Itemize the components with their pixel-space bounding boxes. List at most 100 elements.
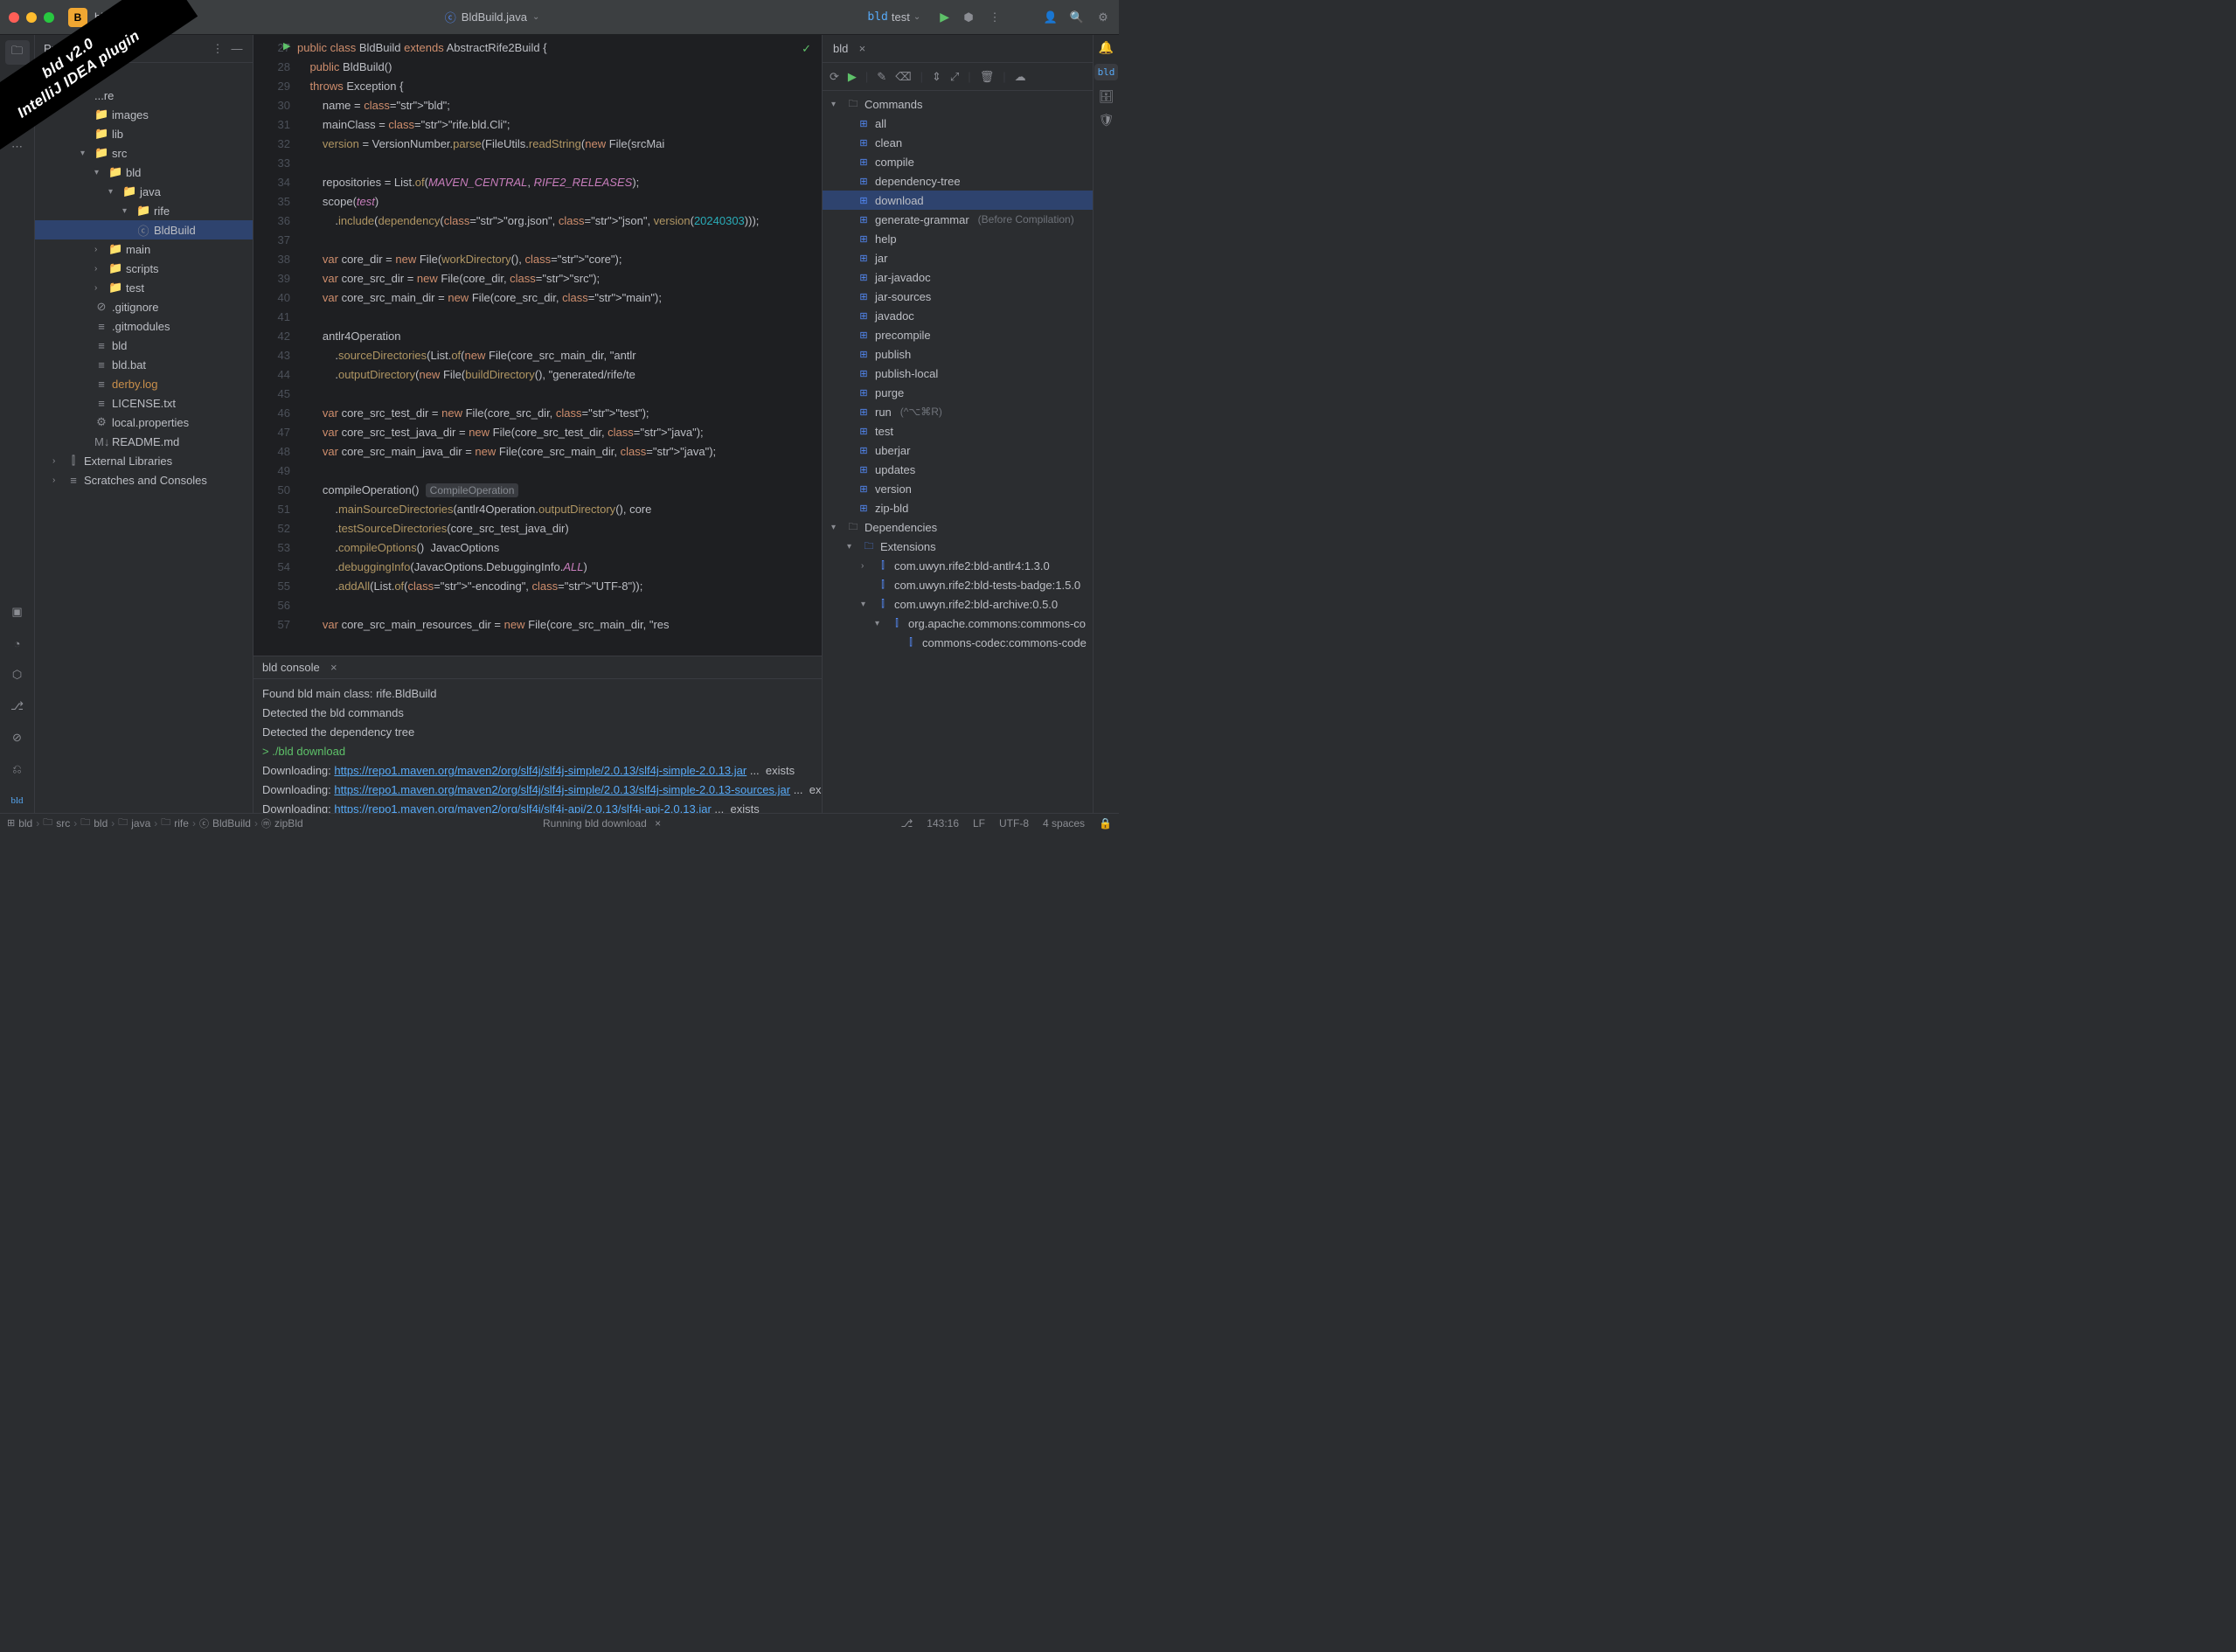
bld-command[interactable]: ⊞dependency-tree [823, 171, 1093, 191]
tree-row[interactable]: ▾📁src [35, 143, 253, 163]
bld-command[interactable]: ⊞javadoc [823, 306, 1093, 325]
build-tool-icon[interactable]: ◔ [5, 631, 30, 656]
tree-row[interactable]: ›📁test [35, 278, 253, 297]
maximize-window[interactable] [44, 12, 54, 23]
code-area[interactable]: public class BldBuild extends AbstractRi… [297, 35, 822, 656]
bld-folder[interactable]: ▾🗀Dependencies [823, 517, 1093, 537]
bld-command[interactable]: ⊞uberjar [823, 441, 1093, 460]
bld-tab[interactable]: bld [833, 42, 848, 55]
bld-tree[interactable]: ▾🗀Commands⊞all⊞clean⊞compile⊞dependency-… [823, 91, 1093, 813]
console-tab[interactable]: bld console [262, 661, 320, 674]
close-tab-icon[interactable]: × [855, 42, 869, 56]
panel-more-icon[interactable]: ⋮ [211, 42, 225, 56]
search-icon[interactable]: 🔍 [1070, 10, 1084, 24]
tree-row[interactable]: ⊘.gitignore [35, 297, 253, 316]
bld-tool-badge[interactable]: bld [1094, 64, 1119, 80]
bld-command[interactable]: ⊞updates [823, 460, 1093, 479]
editor[interactable]: ▶ ✓ 272829303132333435363738394041424344… [253, 35, 822, 656]
problems-tool-icon[interactable]: ⊘ [5, 725, 30, 750]
bld-folder[interactable]: ▾🗀Extensions [823, 537, 1093, 556]
tree-row[interactable]: ⚙local.properties [35, 413, 253, 432]
database-icon[interactable]: 🗄 [1099, 89, 1115, 104]
readonly-icon[interactable]: 🔒 [1099, 817, 1112, 829]
run-gutter-icon[interactable]: ▶ [283, 40, 290, 52]
offline-icon[interactable]: ☁ [1015, 70, 1026, 84]
run-configuration[interactable]: bld test ⌄ [860, 9, 927, 25]
breadcrumb[interactable]: ⊞bld›🗀src›🗀bld›🗀java›🗀rife›ⓒBldBuild›ⓜzi… [7, 815, 303, 831]
more-actions-icon[interactable]: ⋮ [988, 10, 1002, 24]
bld-dependency[interactable]: ›⫿com.uwyn.rife2:bld-antlr4:1.3.0 [823, 556, 1093, 575]
tree-row[interactable]: ≡bld [35, 336, 253, 355]
refresh-icon[interactable]: ⟳ [830, 70, 839, 84]
tree-row[interactable]: ≡bld.bat [35, 355, 253, 374]
tree-row[interactable]: ›📁scripts [35, 259, 253, 278]
edit-icon[interactable]: ✎ [877, 70, 886, 84]
bld-command[interactable]: ⊞download [823, 191, 1093, 210]
tree-row[interactable]: ≡LICENSE.txt [35, 393, 253, 413]
bld-command[interactable]: ⊞jar-javadoc [823, 267, 1093, 287]
notifications-icon[interactable]: 🔔 [1099, 40, 1114, 55]
terminal-tool-icon[interactable]: ▣ [5, 600, 30, 624]
bld-dependency[interactable]: ▾⫿com.uwyn.rife2:bld-archive:0.5.0 [823, 594, 1093, 614]
project-tool-icon[interactable]: 🗀 [5, 40, 30, 65]
bld-command[interactable]: ⊞all [823, 114, 1093, 133]
git-tool-icon[interactable]: ⎌ [5, 757, 30, 781]
bld-command[interactable]: ⊞publish-local [823, 364, 1093, 383]
line-separator[interactable]: LF [973, 817, 985, 829]
bld-command[interactable]: ⊞generate-grammar(Before Compilation) [823, 210, 1093, 229]
tree-row[interactable]: ▾📁rife [35, 201, 253, 220]
tree-row[interactable]: ▾📁bld [35, 163, 253, 182]
bld-command[interactable]: ⊞precompile [823, 325, 1093, 344]
run-button[interactable]: ▶ [940, 10, 949, 24]
bld-dependency[interactable]: ▾⫿org.apache.commons:commons-co [823, 614, 1093, 633]
caret-position[interactable]: 143:16 [927, 817, 959, 829]
tree-row[interactable]: ›📁main [35, 239, 253, 259]
inspection-ok-icon[interactable]: ✓ [802, 42, 811, 56]
indent-setting[interactable]: 4 spaces [1043, 817, 1085, 829]
bld-command[interactable]: ⊞jar [823, 248, 1093, 267]
services-tool-icon[interactable]: ⬡ [5, 663, 30, 687]
bld-command[interactable]: ⊞help [823, 229, 1093, 248]
console-output[interactable]: Found bld main class: rife.BldBuildDetec… [262, 684, 822, 808]
hide-panel-icon[interactable]: — [230, 42, 244, 56]
tree-row[interactable]: ≡derby.log [35, 374, 253, 393]
collapse-icon[interactable]: ⤢ [950, 70, 959, 84]
tree-row[interactable]: ≡.gitmodules [35, 316, 253, 336]
run-cmd-icon[interactable]: ▶ [848, 70, 857, 84]
tree-row[interactable]: M↓README.md [35, 432, 253, 451]
bld-tool-icon[interactable]: bld [5, 788, 30, 813]
debug-button[interactable]: ⬢ [962, 10, 976, 24]
tree-row[interactable]: ›⫿External Libraries [35, 451, 253, 470]
file-encoding[interactable]: UTF-8 [999, 817, 1029, 829]
bld-command[interactable]: ⊞purge [823, 383, 1093, 402]
bld-command[interactable]: ⊞test [823, 421, 1093, 441]
tree-row[interactable]: ▾📁java [35, 182, 253, 201]
eraser-icon[interactable]: ⌫ [895, 70, 911, 84]
git-branch-icon[interactable]: ⎇ [900, 817, 913, 829]
project-tree[interactable]: ▾bld...re📁images📁lib▾📁src▾📁bld▾📁java▾📁ri… [35, 63, 253, 813]
chevron-down-icon[interactable]: ⌄ [532, 12, 539, 22]
settings-icon[interactable]: ⚙ [1096, 10, 1110, 24]
tree-row[interactable]: 📁images [35, 105, 253, 124]
minimize-window[interactable] [26, 12, 37, 23]
editor-file-name[interactable]: BldBuild.java [462, 10, 527, 24]
close-tab-icon[interactable]: × [327, 661, 341, 675]
bld-command[interactable]: ⊞clean [823, 133, 1093, 152]
shield-icon[interactable]: 🛡 [1099, 113, 1115, 128]
bld-command[interactable]: ⊞zip-bld [823, 498, 1093, 517]
bld-dependency[interactable]: ⫿commons-codec:commons-code [823, 633, 1093, 652]
tree-row[interactable]: ›≡Scratches and Consoles [35, 470, 253, 489]
expand-icon[interactable]: ⇕ [932, 70, 941, 84]
vcs-tool-icon[interactable]: ⎇ [5, 694, 30, 718]
bld-dependency[interactable]: ⫿com.uwyn.rife2:bld-tests-badge:1.5.0 [823, 575, 1093, 594]
bld-command[interactable]: ⊞jar-sources [823, 287, 1093, 306]
tree-row[interactable]: 📁lib [35, 124, 253, 143]
bld-folder[interactable]: ▾🗀Commands [823, 94, 1093, 114]
bld-command[interactable]: ⊞compile [823, 152, 1093, 171]
bld-command[interactable]: ⊞publish [823, 344, 1093, 364]
bld-command[interactable]: ⊞version [823, 479, 1093, 498]
user-icon[interactable]: 👤 [1044, 10, 1058, 24]
bld-command[interactable]: ⊞run(^⌥⌘R) [823, 402, 1093, 421]
tree-row[interactable]: ⓒBldBuild [35, 220, 253, 239]
delete-icon[interactable]: 🗑 [980, 70, 995, 84]
